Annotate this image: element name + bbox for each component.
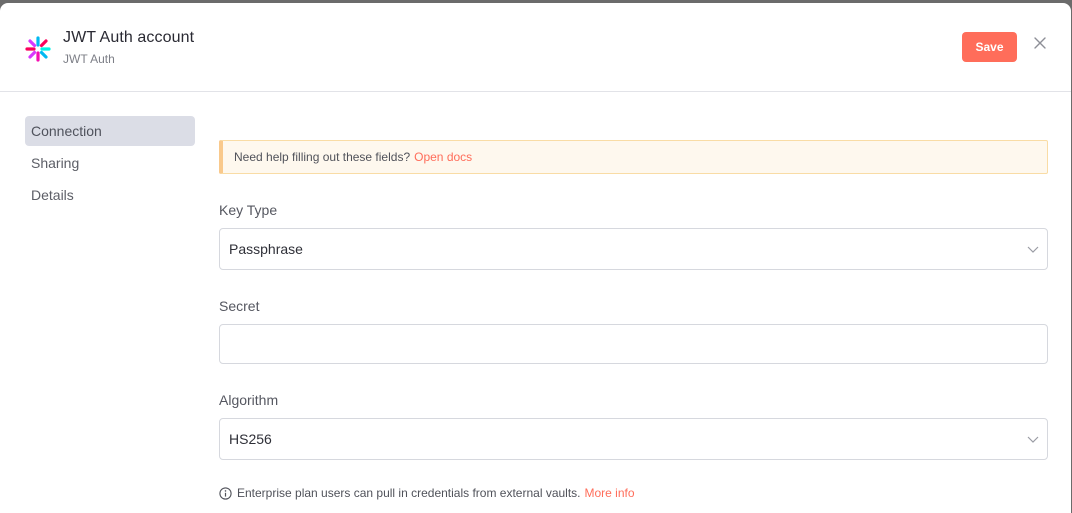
hint-text: Enterprise plan users can pull in creden…: [237, 486, 581, 500]
key-type-value: Passphrase: [229, 241, 303, 257]
modal-title: JWT Auth account: [63, 29, 195, 46]
sidebar-item-connection[interactable]: Connection: [25, 116, 195, 146]
chevron-down-icon: [1027, 436, 1039, 443]
sidebar-nav: Connection Sharing Details: [25, 116, 195, 212]
chevron-down-icon: [1027, 246, 1039, 253]
algorithm-label: Algorithm: [219, 392, 279, 408]
jwt-logo-icon: [25, 36, 51, 62]
info-icon: [219, 486, 232, 500]
help-notice: Need help filling out these fields? Open …: [219, 140, 1048, 174]
modal-subtitle: JWT Auth: [63, 52, 115, 66]
save-button[interactable]: Save: [962, 32, 1017, 62]
key-type-label: Key Type: [219, 202, 278, 218]
open-docs-link[interactable]: Open docs: [414, 150, 472, 164]
secret-input[interactable]: [219, 324, 1048, 364]
credential-modal: JWT Auth account JWT Auth Save Connectio…: [0, 3, 1071, 513]
sidebar-item-details[interactable]: Details: [25, 180, 195, 210]
algorithm-value: HS256: [229, 431, 272, 447]
close-icon[interactable]: [1032, 35, 1048, 51]
external-vaults-hint: Enterprise plan users can pull in creden…: [219, 486, 635, 500]
sidebar-item-sharing[interactable]: Sharing: [25, 148, 195, 178]
key-type-select[interactable]: Passphrase: [219, 228, 1048, 270]
secret-label: Secret: [219, 298, 260, 314]
notice-text: Need help filling out these fields?: [234, 150, 411, 164]
modal-header: JWT Auth account JWT Auth Save: [0, 3, 1071, 92]
more-info-link[interactable]: More info: [585, 486, 635, 500]
algorithm-select[interactable]: HS256: [219, 418, 1048, 460]
